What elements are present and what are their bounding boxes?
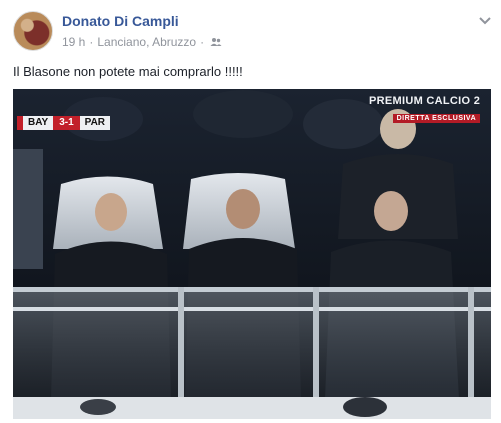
chevron-down-icon[interactable] — [478, 14, 492, 26]
post-time[interactable]: 19 h — [62, 35, 85, 49]
friends-icon[interactable] — [210, 37, 222, 47]
author-name[interactable]: Donato Di Campli — [62, 13, 179, 29]
post-meta: 19 h · Lanciano, Abruzzo · — [62, 35, 222, 49]
match-score: 3-1 — [53, 116, 80, 130]
home-team: BAY — [23, 116, 54, 130]
meta-separator-2: · — [200, 35, 205, 49]
post-location[interactable]: Lanciano, Abruzzo — [97, 35, 196, 49]
avatar[interactable] — [13, 11, 53, 51]
post-text: Il Blasone non potete mai comprarlo !!!!… — [13, 64, 243, 79]
post-photo[interactable]: BAY 3-1 PAR PREMIUM CALCIO 2 DIRETTA ESC… — [13, 89, 491, 419]
facebook-post: Donato Di Campli 19 h · Lanciano, Abruzz… — [0, 0, 501, 423]
broadcaster-sub: DIRETTA ESCLUSIVA — [392, 114, 481, 123]
broadcaster-brand: PREMIUM CALCIO 2 — [369, 95, 481, 107]
scorebug: BAY 3-1 PAR — [17, 116, 111, 130]
broadcaster-logo: PREMIUM CALCIO 2 DIRETTA ESCLUSIVA — [369, 95, 481, 125]
meta-separator: · — [89, 35, 94, 49]
tv-screen-photo — [13, 89, 491, 419]
away-team: PAR — [79, 116, 111, 130]
